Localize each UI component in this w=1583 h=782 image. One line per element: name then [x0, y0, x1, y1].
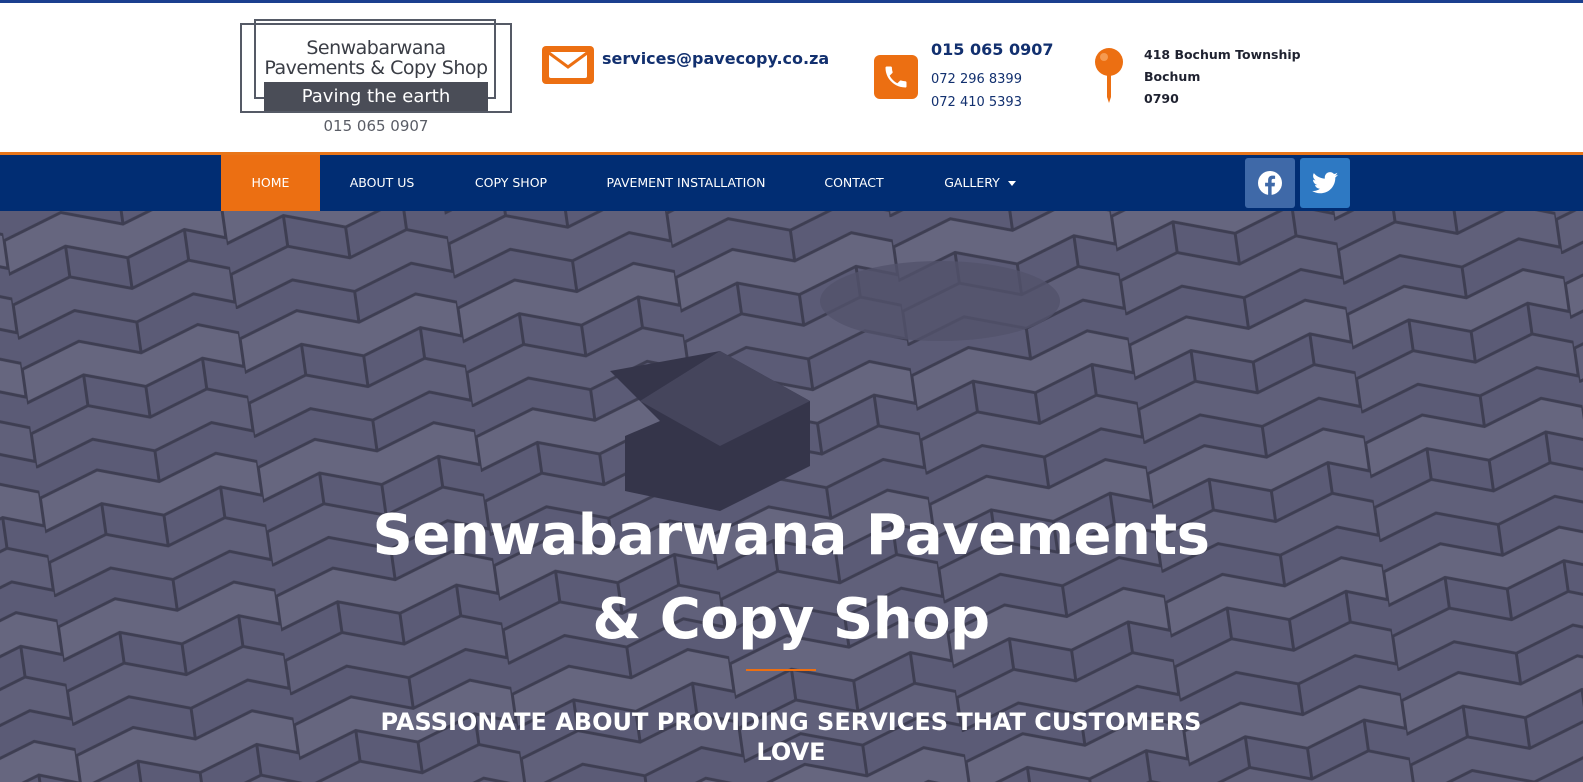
envelope-icon	[542, 46, 594, 84]
map-pin-icon	[1095, 48, 1123, 103]
site-logo[interactable]: Senwabarwana Pavements & Copy Shop Pavin…	[240, 19, 514, 144]
nav-item-home[interactable]: HOME	[221, 155, 320, 211]
nav-item-about-us[interactable]: ABOUT US	[330, 155, 434, 211]
site-header: Senwabarwana Pavements & Copy Shop Pavin…	[0, 3, 1583, 153]
nav-item-copy-shop[interactable]: COPY SHOP	[460, 155, 562, 211]
address-line-3: 0790	[1144, 91, 1179, 106]
nav-item-pavement-installation[interactable]: PAVEMENT INSTALLATION	[592, 155, 780, 211]
phone-icon	[874, 55, 918, 99]
twitter-button[interactable]	[1300, 158, 1350, 208]
hero-section: Senwabarwana Pavements & Copy Shop PASSI…	[0, 211, 1583, 782]
email-contact: services@pavecopy.co.za	[542, 43, 842, 88]
phone-main-link[interactable]: 015 065 0907	[931, 40, 1053, 59]
hero-title: Senwabarwana Pavements & Copy Shop	[291, 494, 1291, 662]
hero-divider	[746, 669, 816, 671]
logo-name-line-2: Pavements & Copy Shop	[264, 57, 488, 79]
address-contact: 418 Bochum Township Bochum 0790	[1090, 43, 1350, 123]
twitter-icon	[1312, 172, 1338, 194]
address-line-1: 418 Bochum Township	[1144, 47, 1301, 62]
facebook-button[interactable]	[1245, 158, 1295, 208]
logo-tagline: Paving the earth	[264, 82, 488, 111]
email-link[interactable]: services@pavecopy.co.za	[602, 49, 829, 68]
nav-item-contact[interactable]: CONTACT	[810, 155, 898, 211]
phone-contact: 015 065 0907 072 296 8399 072 410 5393	[874, 38, 1084, 118]
nav-item-gallery[interactable]: GALLERY	[930, 155, 1030, 211]
chevron-down-icon	[1007, 181, 1016, 186]
hero-title-line-1: Senwabarwana Pavements	[372, 503, 1210, 568]
phone-alt-2-link[interactable]: 072 410 5393	[931, 95, 1022, 110]
hero-title-line-2: & Copy Shop	[592, 587, 990, 652]
hero-subtitle: PASSIONATE ABOUT PROVIDING SERVICES THAT…	[371, 707, 1211, 767]
hero-subtitle-line-1: PASSIONATE ABOUT PROVIDING SERVICES THAT…	[380, 708, 1202, 736]
logo-phone: 015 065 0907	[323, 117, 429, 135]
logo-name-line-1: Senwabarwana	[306, 37, 446, 59]
nav-gallery-label: GALLERY	[944, 175, 1000, 190]
hero-subtitle-line-2: LOVE	[756, 738, 826, 766]
facebook-icon	[1258, 171, 1282, 196]
phone-alt-1-link[interactable]: 072 296 8399	[931, 72, 1022, 87]
address-line-2: Bochum	[1144, 69, 1201, 84]
main-nav: HOME ABOUT US COPY SHOP PAVEMENT INSTALL…	[0, 155, 1583, 211]
